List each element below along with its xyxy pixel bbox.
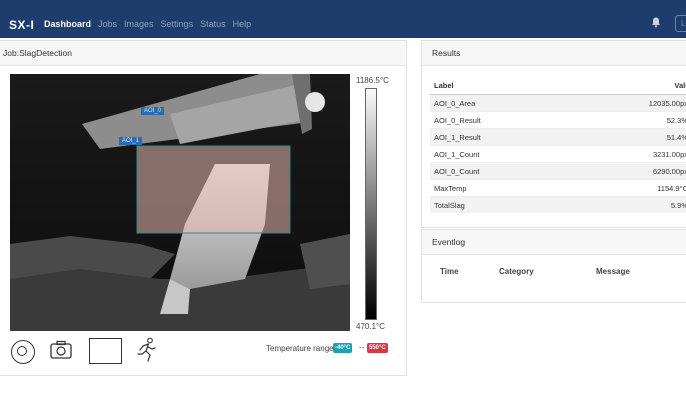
table-row: MaxTemp 1154.9°C [430, 179, 686, 197]
pause-button[interactable] [11, 340, 35, 364]
column-message: Message [596, 267, 630, 276]
table-row: AOI_1_Count 3231.00px [430, 145, 686, 163]
table-row: AOI_0_Result 52.3% [430, 111, 686, 129]
aoi-0-label: AOI_0 [141, 107, 165, 115]
row-value: 1154.9°C [565, 179, 686, 197]
nav-images[interactable]: Images [124, 19, 154, 29]
row-value: 52.3% [565, 111, 686, 129]
row-label: AOI_1_Result [430, 128, 566, 146]
rectangle-tool-icon[interactable] [89, 338, 122, 364]
bell-icon[interactable] [650, 16, 662, 28]
results-table: Label Value AOI_0_Area 12035.00px AOI_0_… [430, 77, 686, 213]
results-card: Results Label Value AOI_0_Area 12035.00p… [421, 40, 686, 228]
running-person-icon[interactable] [135, 337, 157, 363]
brand-logo[interactable]: SX-I [9, 18, 34, 32]
nav-dashboard[interactable]: Dashboard [44, 19, 91, 29]
results-header-row: Label Value [430, 77, 686, 95]
scale-min-label: 470.1°C [356, 322, 385, 331]
nav-status[interactable]: Status [200, 19, 226, 29]
column-label: Label [430, 77, 566, 95]
row-label: AOI_0_Result [430, 111, 566, 129]
nav-help[interactable]: Help [233, 19, 252, 29]
row-label: AOI_0_Area [430, 94, 566, 112]
temp-max-badge: 550°C [367, 343, 388, 353]
row-value: 12035.00px [565, 94, 686, 112]
row-value: 6290.00px [565, 162, 686, 180]
temperature-scale-bar [365, 88, 377, 320]
aoi-0-region[interactable] [136, 145, 291, 234]
row-label: AOI_1_Count [430, 145, 566, 163]
row-value: 5.9% [565, 196, 686, 213]
table-row: AOI_0_Count 6290.00px [430, 162, 686, 180]
aoi-1-label: AOI_1 [119, 137, 143, 145]
main-nav: Dashboard Jobs Images Settings Status He… [44, 19, 258, 29]
job-title: Job:SlagDetection [0, 41, 406, 66]
eventlog-card: Eventlog Time Category Message [421, 229, 686, 303]
row-label: MaxTemp [430, 179, 566, 197]
row-label: TotalSlag [430, 196, 566, 213]
nav-jobs[interactable]: Jobs [98, 19, 117, 29]
table-row: AOI_0_Area 12035.00px [430, 94, 686, 112]
job-card: Job:SlagDetection AOI_0 AOI_1 1186.5°C 4… [0, 40, 407, 376]
pause-icon [17, 346, 27, 356]
navbar: SX-I Dashboard Jobs Images Settings Stat… [0, 0, 686, 38]
logout-button[interactable]: Logout [675, 15, 686, 32]
column-category: Category [499, 267, 534, 276]
temp-min-badge: -40°C [333, 343, 353, 353]
row-value: 3231.00px [565, 145, 686, 163]
table-row: AOI_1_Result 51.4% [430, 128, 686, 146]
camera-icon[interactable] [50, 340, 72, 360]
temperature-range-label: Temperature range: [266, 344, 336, 353]
eventlog-title: Eventlog [422, 230, 686, 255]
nav-settings[interactable]: Settings [161, 19, 194, 29]
results-title: Results [422, 41, 686, 66]
temp-range-separator: -- [359, 343, 365, 352]
table-row: TotalSlag 5.9% [430, 196, 686, 213]
column-time: Time [440, 267, 459, 276]
thermal-camera-view[interactable]: AOI_0 AOI_1 [10, 74, 350, 331]
scale-max-label: 1186.5°C [356, 76, 389, 85]
column-value: Value [565, 77, 686, 95]
row-label: AOI_0_Count [430, 162, 566, 180]
row-value: 51.4% [565, 128, 686, 146]
